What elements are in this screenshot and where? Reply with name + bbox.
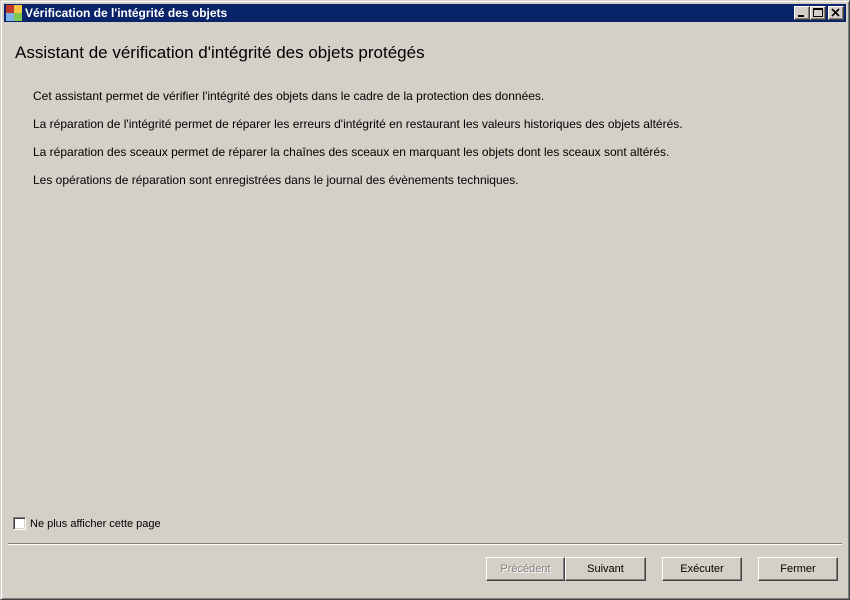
minimize-icon: [798, 15, 804, 17]
maximize-icon: [813, 8, 823, 17]
description-paragraph: La réparation de l'intégrité permet de r…: [33, 117, 683, 131]
next-button[interactable]: Suivant: [565, 557, 646, 581]
previous-button[interactable]: Précédent: [486, 557, 565, 581]
description-paragraph: Les opérations de réparation sont enregi…: [33, 173, 519, 187]
dont-show-again-row[interactable]: Ne plus afficher cette page: [13, 517, 161, 530]
app-icon[interactable]: [6, 5, 22, 21]
dont-show-again-label: Ne plus afficher cette page: [30, 517, 161, 530]
close-icon: [831, 8, 840, 17]
close-button[interactable]: [828, 6, 844, 20]
window-controls: [794, 6, 844, 20]
description-paragraph: La réparation des sceaux permet de répar…: [33, 145, 670, 159]
dont-show-again-checkbox[interactable]: [13, 517, 26, 530]
page-title: Assistant de vérification d'intégrité de…: [15, 43, 425, 62]
maximize-button[interactable]: [810, 6, 826, 20]
description-paragraph: Cet assistant permet de vérifier l'intég…: [33, 89, 545, 103]
title-bar[interactable]: Vérification de l'intégrité des objets: [4, 4, 846, 22]
footer-separator: [8, 543, 842, 545]
window-title: Vérification de l'intégrité des objets: [25, 6, 228, 20]
wizard-window: Vérification de l'intégrité des objets A…: [0, 0, 850, 600]
close-dialog-button[interactable]: Fermer: [758, 557, 838, 581]
minimize-button[interactable]: [794, 6, 810, 20]
execute-button[interactable]: Exécuter: [662, 557, 742, 581]
